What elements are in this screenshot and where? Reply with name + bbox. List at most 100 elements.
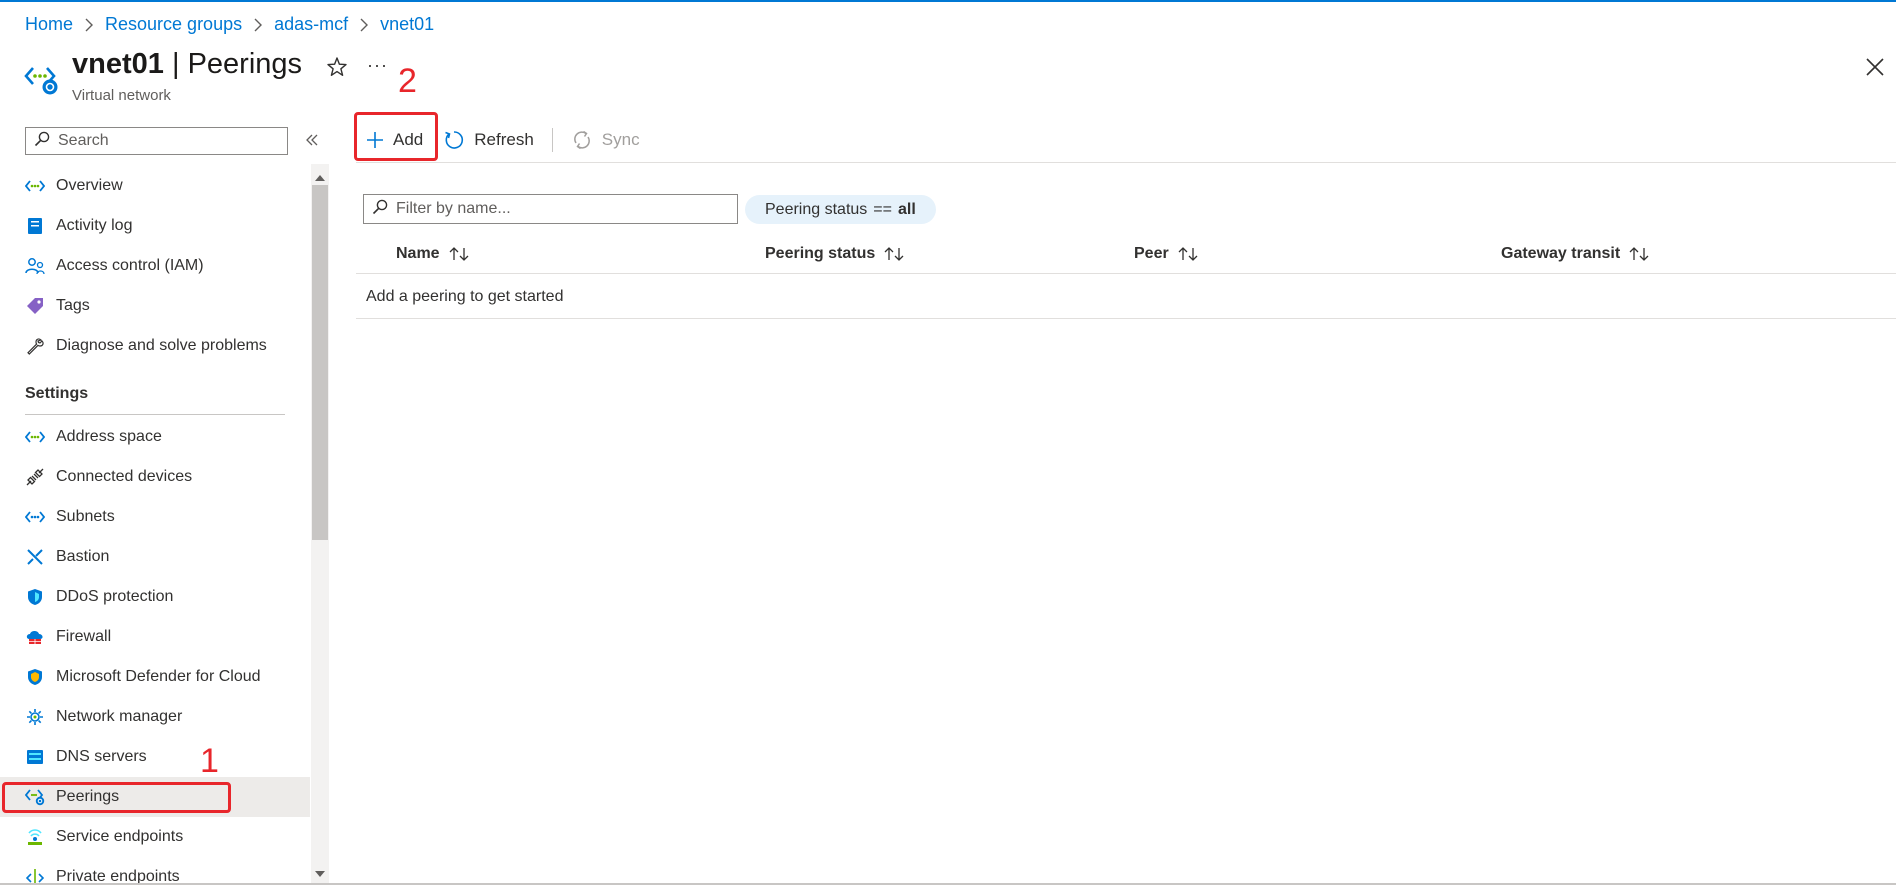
annotation-box-peerings (2, 782, 231, 813)
sidebar-item-label: Service endpoints (56, 828, 184, 845)
column-label: Peer (1134, 245, 1169, 262)
annotation-step-1: 1 (200, 742, 219, 780)
sidebar-item-label: DDoS protection (56, 588, 174, 605)
sidebar-item-activity-log[interactable]: Activity log (0, 206, 310, 246)
sidebar-item-dns-servers[interactable]: DNS servers (0, 737, 310, 777)
toolbar-divider (356, 162, 1896, 163)
refresh-button[interactable]: Refresh (433, 116, 544, 164)
tag-icon (25, 296, 45, 316)
sort-icon (1629, 247, 1649, 261)
column-label: Name (396, 245, 440, 262)
column-header-peer[interactable]: Peer (1134, 245, 1199, 263)
annotation-step-2: 2 (398, 62, 417, 100)
plug-icon (25, 467, 45, 487)
double-chevron-left-icon[interactable] (304, 132, 320, 148)
sidebar-item-access-control[interactable]: Access control (IAM) (0, 246, 310, 286)
sidebar-item-label: Bastion (56, 548, 110, 565)
scrollbar-thumb[interactable] (312, 185, 328, 540)
vnet-icon (25, 176, 45, 196)
sidebar-item-label: Tags (56, 297, 90, 314)
column-header-gateway-transit[interactable]: Gateway transit (1501, 245, 1650, 263)
breadcrumb-home[interactable]: Home (25, 14, 73, 35)
sidebar-search[interactable] (25, 127, 288, 155)
breadcrumb-resource-group[interactable]: adas-mcf (274, 14, 348, 35)
blade-name: Peerings (187, 48, 303, 80)
scroll-down-arrow-icon[interactable] (314, 866, 326, 877)
peering-icon (24, 60, 60, 96)
sidebar-item-label: Activity log (56, 217, 133, 234)
sidebar-item-label: Address space (56, 428, 162, 445)
top-accent-line (0, 0, 1896, 2)
table-header: Name Peering status Peer Gateway transit (356, 236, 1896, 274)
sidebar-item-tags[interactable]: Tags (0, 286, 310, 326)
sidebar-item-firewall[interactable]: Firewall (0, 617, 310, 657)
dns-icon (25, 747, 45, 767)
pill-key: Peering status (765, 200, 868, 218)
column-header-name[interactable]: Name (396, 245, 470, 263)
sidebar-item-label: Firewall (56, 628, 112, 645)
sidebar-item-diagnose[interactable]: Diagnose and solve problems (0, 326, 310, 366)
sidebar-item-subnets[interactable]: Subnets (0, 497, 310, 537)
iam-icon (25, 256, 45, 276)
close-icon[interactable] (1864, 56, 1886, 78)
title-separator: | (171, 48, 180, 80)
shield-icon (25, 587, 45, 607)
scroll-up-arrow-icon[interactable] (314, 170, 326, 181)
breadcrumb-vnet[interactable]: vnet01 (380, 14, 434, 35)
toolbar-separator (551, 128, 553, 152)
sidebar-item-private-endpoints[interactable]: Private endpoints (0, 857, 310, 883)
sidebar-item-defender[interactable]: Microsoft Defender for Cloud (0, 657, 310, 697)
column-label: Peering status (765, 245, 876, 262)
service-endpoint-icon (25, 827, 45, 847)
refresh-icon (445, 131, 464, 149)
sidebar-item-label: Microsoft Defender for Cloud (56, 668, 261, 685)
section-divider (25, 414, 285, 415)
sidebar-item-bastion[interactable]: Bastion (0, 537, 310, 577)
firewall-icon (25, 627, 45, 647)
vnet-icon (25, 427, 45, 447)
sidebar-item-overview[interactable]: Overview (0, 166, 310, 206)
more-options-icon[interactable]: ··· (367, 55, 388, 76)
sync-button[interactable]: Sync (561, 116, 650, 164)
filter-by-name[interactable] (363, 194, 738, 224)
sidebar-item-label: Subnets (56, 508, 115, 525)
resource-type: Virtual network (72, 87, 171, 104)
sidebar-item-label: DNS servers (56, 748, 147, 765)
peering-status-filter-pill[interactable]: Peering status == all (745, 195, 936, 224)
activity-log-icon (25, 216, 45, 236)
resource-name: vnet01 (72, 48, 164, 80)
bastion-icon (25, 547, 45, 567)
sync-button-label: Sync (601, 130, 640, 149)
filter-input[interactable] (396, 200, 726, 218)
breadcrumb-resource-groups[interactable]: Resource groups (105, 14, 242, 35)
pill-value: all (897, 200, 916, 218)
pill-operator: == (873, 200, 892, 218)
sidebar-item-service-endpoints[interactable]: Service endpoints (0, 817, 310, 857)
sort-icon (884, 247, 904, 261)
star-icon[interactable] (326, 56, 348, 78)
chevron-right-icon (359, 18, 369, 32)
sidebar-item-connected-devices[interactable]: Connected devices (0, 457, 310, 497)
sidebar-section-settings: Settings (25, 385, 89, 402)
sidebar-item-label: Network manager (56, 708, 183, 725)
sidebar-nav: Overview Activity log Access control (IA… (0, 166, 310, 883)
sort-icon (449, 247, 469, 261)
sidebar-item-label: Connected devices (56, 468, 193, 485)
sidebar-item-label: Access control (IAM) (56, 257, 204, 274)
breadcrumb: Home Resource groups adas-mcf vnet01 (25, 14, 434, 35)
annotation-box-add (354, 112, 438, 161)
sidebar-item-network-manager[interactable]: Network manager (0, 697, 310, 737)
wrench-icon (25, 336, 45, 356)
chevron-right-icon (84, 18, 94, 32)
sidebar-search-input[interactable] (58, 132, 278, 150)
sidebar-item-ddos[interactable]: DDoS protection (0, 577, 310, 617)
chevron-right-icon (253, 18, 263, 32)
vnet-icon (25, 507, 45, 527)
defender-icon (25, 667, 45, 687)
sidebar-item-label: Diagnose and solve problems (56, 337, 267, 354)
empty-state-message: Add a peering to get started (356, 275, 1896, 319)
refresh-button-label: Refresh (474, 130, 534, 149)
column-header-peering-status[interactable]: Peering status (765, 245, 905, 263)
sidebar-item-address-space[interactable]: Address space (0, 417, 310, 457)
sidebar-item-label: Private endpoints (56, 868, 180, 883)
